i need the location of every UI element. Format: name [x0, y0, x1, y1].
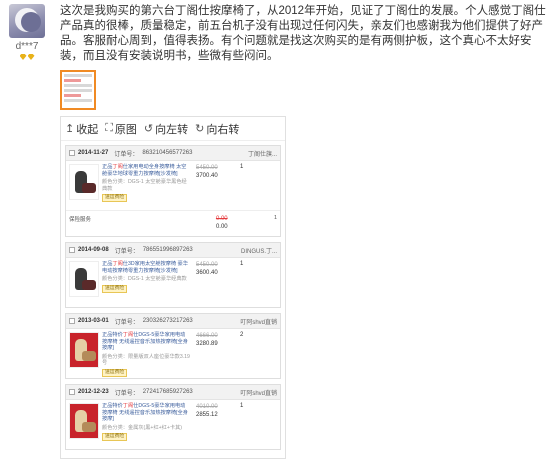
quantity: 2 [240, 332, 244, 338]
original-price: 4666.00 [196, 333, 218, 339]
order-card: 2013-03-01 订单号： 230326273217263 叮阿shvd直销… [65, 313, 281, 379]
order-header: 2014-09-08 订单号： 786551996897263 DINGUS.丁… [66, 243, 280, 258]
collapse-arrow-icon: ↥ [65, 123, 75, 135]
quantity: 1 [240, 261, 244, 267]
paid-price: 3280.89 [196, 341, 218, 347]
order-header: 2012-12-23 订单号： 272417685927263 叮阿shvd直销 [66, 385, 280, 400]
rotate-left-icon: ↺ [143, 123, 154, 135]
review-text: 这次是我购买的第六台丁阁仕按摩椅了，从2012年开始，见证了丁阁仕的发展。个人感… [60, 5, 546, 62]
photo-toolbar: ↥ 收起 ⛶ 原图 ↺ 向左转 ↻ 向右转 [61, 117, 285, 141]
rotate-left-button[interactable]: ↺ 向左转 [144, 121, 188, 137]
diamond-icon [27, 54, 35, 60]
original-image-button[interactable]: ⛶ 原图 [105, 121, 137, 137]
original-price: 5450.00 [196, 262, 218, 268]
product-title: 正品特价丁阁仕DGS-5豪华家用电动按摩椅 无线遥控音乐加热按摩椅[全身按摩] [102, 332, 188, 351]
product-spec: 颜色分类：限量版双人座位豪华款3.19号 [102, 353, 190, 367]
order-number-label: 订单号： [114, 151, 139, 158]
diamond-icon [19, 54, 27, 60]
order-number: 863210456577263 [142, 150, 193, 156]
insurance-tag: 送运费险 [102, 368, 128, 377]
service-label: 保险服务 [69, 217, 92, 223]
review-photo-thumbnail[interactable] [60, 70, 96, 110]
order-header: 2014-11-27 订单号： 863210456577263 丁阁仕旗... [66, 146, 280, 161]
shop-name: 丁阁仕旗... [247, 151, 277, 158]
price-cell: 4666.00 3280.89 [196, 332, 236, 375]
shop-name: DINGUS.丁... [240, 248, 277, 255]
collapse-button[interactable]: ↥ 收起 [65, 121, 98, 137]
quantity: 1 [240, 403, 244, 409]
order-date: 2014-09-08 [78, 247, 109, 253]
price-cell: 4010.00 2855.12 [196, 403, 236, 446]
order-number: 272417685927263 [142, 389, 193, 395]
order-checkbox [69, 150, 75, 156]
expand-icon: ⛶ [105, 122, 113, 134]
price-cell: 5450.00 3700.40 [196, 164, 236, 207]
quantity: 1 [240, 164, 244, 170]
member-level-badge [6, 54, 48, 60]
order-number-label: 订单号： [114, 390, 139, 397]
product-spec: 颜色分类：DGS-1 太空舱豪华经典款 [102, 276, 187, 282]
service-row: 保险服务 0.00 0.00 1 [66, 210, 280, 236]
product-image [69, 332, 99, 368]
order-number: 230326273217263 [142, 318, 193, 324]
product-image [69, 261, 99, 297]
product-title: 正品丁阁仕3D家用太空舱按摩椅 豪华电动按摩椅零重力按摩椅[沙发椅] [102, 261, 188, 274]
product-image [69, 164, 99, 200]
order-number-label: 订单号： [114, 248, 139, 255]
original-price: 5450.00 [196, 165, 218, 171]
product-title: 正品特价丁阁仕DGS-5豪华家用电动按摩椅 无线遥控音乐加热按摩椅[全身按摩] [102, 403, 188, 422]
order-card: 2014-11-27 订单号： 863210456577263 丁阁仕旗... … [65, 145, 281, 237]
paid-price: 3600.40 [196, 270, 218, 276]
product-info: 正品特价丁阁仕DGS-5豪华家用电动按摩椅 无线遥控音乐加热按摩椅[全身按摩] … [102, 332, 190, 377]
insurance-tag: 送运费险 [102, 194, 128, 202]
order-item: 正品丁阁仕家用电动全身按摩椅 太空舱豪华地球零重力按摩椅[沙发椅] 颜色分类：D… [66, 161, 280, 210]
product-spec: 颜色分类：DGS-1 太空舱豪华黑色经典款 [102, 179, 187, 192]
product-title: 正品丁阁仕家用电动全身按摩椅 太空舱豪华地球零重力按摩椅[沙发椅] [102, 164, 187, 177]
product-info: 正品丁阁仕3D家用太空舱按摩椅 豪华电动按摩椅零重力按摩椅[沙发椅] 颜色分类：… [102, 261, 190, 304]
product-spec: 颜色分类：金属灰(黑+红+红+卡其) [102, 424, 182, 431]
shop-name: 叮阿shvd直销 [240, 319, 277, 326]
product-info: 正品丁阁仕家用电动全身按摩椅 太空舱豪华地球零重力按摩椅[沙发椅] 颜色分类：D… [102, 164, 190, 207]
order-date: 2014-11-27 [78, 150, 109, 156]
order-checkbox [69, 247, 75, 253]
order-header: 2013-03-01 订单号： 230326273217263 叮阿shvd直销 [66, 314, 280, 329]
product-info: 正品特价丁阁仕DGS-5豪华家用电动按摩椅 无线遥控音乐加热按摩椅[全身按摩] … [102, 403, 190, 446]
reviewer-name[interactable]: d***7 [6, 41, 48, 52]
order-number-label: 订单号： [114, 319, 139, 326]
paid-price: 3700.40 [196, 173, 218, 179]
order-item: 正品丁阁仕3D家用太空舱按摩椅 豪华电动按摩椅零重力按摩椅[沙发椅] 颜色分类：… [66, 258, 280, 307]
order-item: 正品特价丁阁仕DGS-5豪华家用电动按摩椅 无线遥控音乐加热按摩椅[全身按摩] … [66, 329, 280, 378]
insurance-tag: 送运费险 [102, 284, 128, 293]
reviewer-info: d***7 [6, 4, 48, 60]
order-item: 正品特价丁阁仕DGS-5豪华家用电动按摩椅 无线遥控音乐加热按摩椅[全身按摩] … [66, 400, 280, 449]
service-quantity: 1 [273, 215, 277, 221]
order-card: 2014-09-08 订单号： 786551996897263 DINGUS.丁… [65, 242, 281, 308]
insurance-tag: 送运费险 [102, 433, 128, 441]
price-cell: 5450.00 3600.40 [196, 261, 236, 304]
rotate-right-button[interactable]: ↻ 向右转 [195, 121, 239, 137]
order-date: 2012-12-23 [78, 389, 109, 395]
original-price: 4010.00 [196, 404, 218, 410]
avatar[interactable] [9, 4, 45, 38]
rotate-right-icon: ↻ [195, 123, 205, 135]
order-card: 2012-12-23 订单号： 272417685927263 叮阿shvd直销… [65, 384, 281, 450]
order-checkbox [69, 318, 75, 324]
order-checkbox [69, 389, 75, 395]
service-price: 0.00 0.00 [215, 216, 228, 230]
product-image [69, 403, 99, 439]
photo-viewer: ↥ 收起 ⛶ 原图 ↺ 向左转 ↻ 向右转 2014-11-27 订单号： 863210… [60, 116, 286, 459]
order-date: 2013-03-01 [78, 318, 109, 324]
order-number: 786551996897263 [142, 247, 193, 253]
shop-name: 叮阿shvd直销 [240, 390, 277, 397]
order-screenshot: 2014-11-27 订单号： 863210456577263 丁阁仕旗... … [65, 145, 281, 455]
paid-price: 2855.12 [196, 412, 218, 418]
